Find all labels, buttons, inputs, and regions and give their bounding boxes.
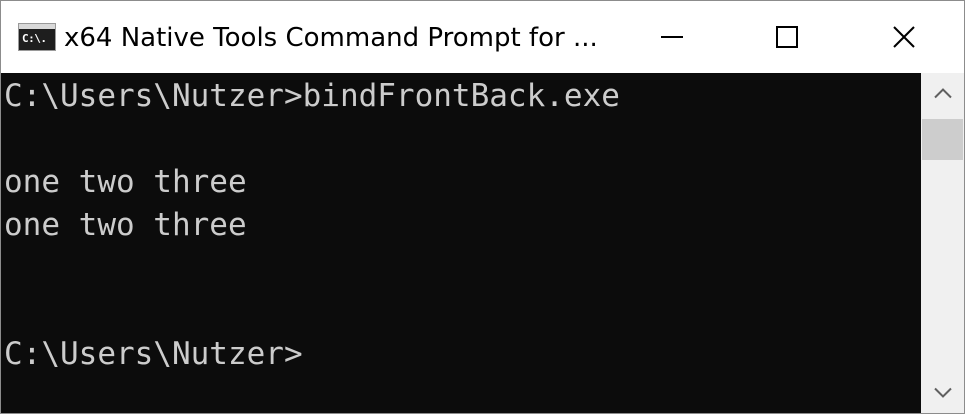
chevron-down-icon (933, 387, 952, 398)
icon-title-strip (19, 24, 55, 29)
chevron-up-icon (933, 88, 952, 99)
close-button[interactable] (844, 1, 964, 73)
title-bar[interactable]: C:\. x64 Native Tools Command Prompt for… (1, 1, 964, 73)
maximize-button[interactable] (729, 1, 844, 73)
command-prompt-icon[interactable]: C:\. (18, 23, 56, 51)
icon-label: C:\. (22, 32, 47, 45)
minimize-icon (660, 36, 683, 38)
console-line-output: one two three (4, 164, 247, 200)
console-line-command: C:\Users\Nutzer>bindFrontBack.exe (4, 78, 620, 114)
console-line-output: one two three (4, 207, 247, 243)
vertical-scrollbar[interactable] (921, 73, 964, 413)
window-title: x64 Native Tools Command Prompt for ... (64, 23, 598, 53)
console-window: C:\. x64 Native Tools Command Prompt for… (0, 0, 965, 414)
minimize-button[interactable] (614, 1, 729, 73)
scrollbar-thumb[interactable] (922, 119, 963, 160)
close-icon (893, 26, 915, 48)
console-output-area[interactable]: C:\Users\Nutzer>bindFrontBack.exe one tw… (1, 73, 921, 413)
scroll-up-button[interactable] (921, 73, 964, 113)
scroll-down-button[interactable] (921, 373, 964, 413)
maximize-icon (775, 26, 798, 48)
console-prompt[interactable]: C:\Users\Nutzer> (4, 336, 303, 372)
